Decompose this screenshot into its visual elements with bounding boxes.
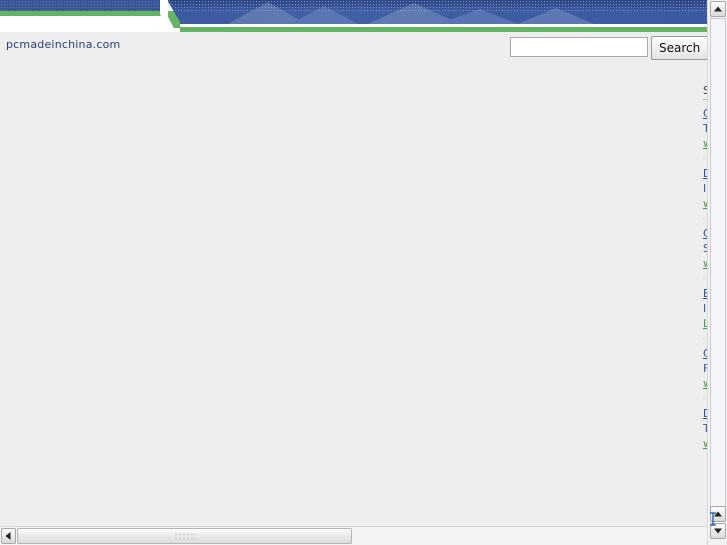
search-button[interactable]: Search xyxy=(651,36,707,60)
banner-right-blue-field xyxy=(168,0,707,24)
horizontal-scroll-left-button[interactable] xyxy=(1,528,16,544)
search-input[interactable] xyxy=(510,37,648,57)
page-horizontal-scrollbar[interactable] xyxy=(0,526,707,545)
banner-left-white-area xyxy=(0,16,168,32)
banner-watermark-mountain-2 xyxy=(368,0,518,24)
browser-viewport: pcmadeinchina.com Search Sponsored Links… xyxy=(0,0,727,545)
vertical-scroll-track[interactable] xyxy=(710,18,726,509)
triangle-down-icon xyxy=(714,528,722,534)
site-banner xyxy=(0,0,707,32)
triangle-up-icon xyxy=(714,6,722,12)
banner-watermark-mountain-1 xyxy=(228,0,358,24)
banner-watermark-mountain-3 xyxy=(518,0,638,24)
text-cursor-icon xyxy=(709,512,718,526)
site-logo-text[interactable]: pcmadeinchina.com xyxy=(6,38,120,51)
vertical-scroll-up-button[interactable] xyxy=(710,1,726,17)
page-canvas: pcmadeinchina.com Search Sponsored Links… xyxy=(0,0,707,526)
grip-dots-icon xyxy=(173,532,196,540)
page-vertical-scrollbar[interactable] xyxy=(707,0,727,545)
banner-left-dotted-band xyxy=(0,0,168,11)
horizontal-scroll-thumb[interactable] xyxy=(17,528,352,544)
banner-diagonal-step xyxy=(160,0,180,32)
triangle-left-icon xyxy=(5,532,10,540)
banner-right-green-stripe xyxy=(168,27,707,32)
